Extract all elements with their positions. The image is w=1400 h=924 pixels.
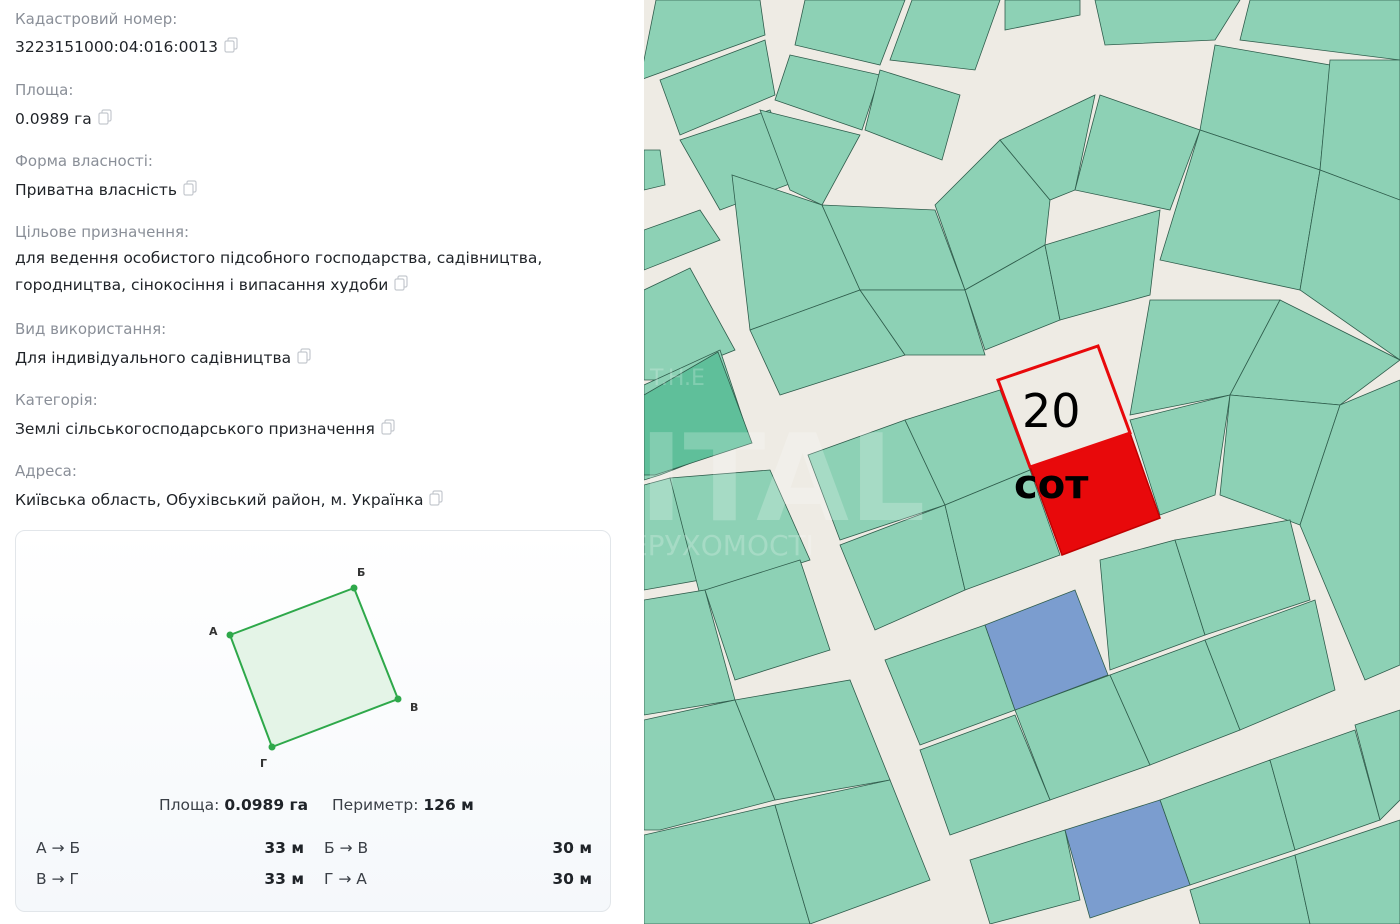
copy-icon[interactable] (98, 109, 114, 125)
watermark-sub: АГЕНТСТВО НЕРУХОМОСТІ (644, 529, 814, 562)
parcel (644, 209, 721, 271)
side-length: 30 м (552, 839, 592, 857)
parcel-polygon (228, 586, 400, 749)
side-length: 33 м (264, 870, 304, 888)
plan-area: Площа: 0.0989 га (159, 796, 309, 814)
copy-icon[interactable] (183, 180, 199, 196)
parcel (644, 149, 666, 191)
vertex-label: В (410, 701, 418, 714)
vertex-label: Г (260, 757, 267, 770)
purpose-label: Цільове призначення: (15, 223, 190, 241)
usage-label: Вид використання: (15, 320, 167, 338)
plan-perimeter: Периметр: 126 м (332, 796, 474, 814)
plot-unit-label: сот (1014, 462, 1089, 508)
ownership-value: Приватна власність (15, 177, 199, 204)
copy-icon[interactable] (394, 275, 410, 291)
usage-value: Для індивідуального садівництва (15, 345, 313, 372)
copy-icon[interactable] (381, 419, 397, 435)
copy-icon[interactable] (429, 490, 445, 506)
parcel (1239, 0, 1400, 61)
vertex-label: Б (357, 566, 365, 579)
vertex-point (350, 584, 358, 592)
vertex-point (268, 743, 276, 751)
parcel (864, 69, 961, 161)
side-label: А → Б (36, 839, 81, 857)
address-value: Київська область, Обухівський район, м. … (15, 487, 445, 514)
vertex-point (394, 695, 402, 703)
parcel (1004, 0, 1081, 31)
watermark-top: T.H.E (649, 366, 705, 391)
cadastral-map[interactable]: T.H.E CAPITAL АГЕНТСТВО НЕРУХОМОСТІ 20 с… (644, 0, 1400, 924)
side-label: Б → В (324, 839, 369, 857)
parcel-plan-card: А Б В Г Площа: 0.0989 га Периметр: 126 м… (15, 530, 611, 912)
side-label: В → Г (36, 870, 79, 888)
ownership-label: Форма власності: (15, 152, 153, 170)
area-value: 0.0989 га (15, 106, 114, 133)
cadastral-number-value: 3223151000:04:016:0013 (15, 34, 240, 61)
side-length: 33 м (264, 839, 304, 857)
copy-icon[interactable] (297, 348, 313, 364)
category-label: Категорія: (15, 391, 98, 409)
parcel (794, 0, 906, 66)
plot-number-label: 20 (1022, 384, 1081, 438)
vertex-label: А (209, 625, 218, 638)
parcel (969, 829, 1081, 924)
category-value: Землі сільськогосподарського призначення (15, 416, 397, 443)
side-label: Г → А (324, 870, 367, 888)
parcel (889, 0, 1001, 71)
side-length: 30 м (552, 870, 592, 888)
parcel (1094, 0, 1241, 46)
vertex-point (226, 631, 234, 639)
cadastral-number-label: Кадастровий номер: (15, 10, 178, 28)
parcel-info-panel: Кадастровий номер: 3223151000:04:016:001… (0, 0, 644, 924)
area-label: Площа: (15, 81, 74, 99)
copy-icon[interactable] (224, 37, 240, 53)
parcel (1044, 209, 1161, 321)
address-label: Адреса: (15, 462, 77, 480)
purpose-value: для ведення особистого підсобного господ… (15, 249, 543, 294)
